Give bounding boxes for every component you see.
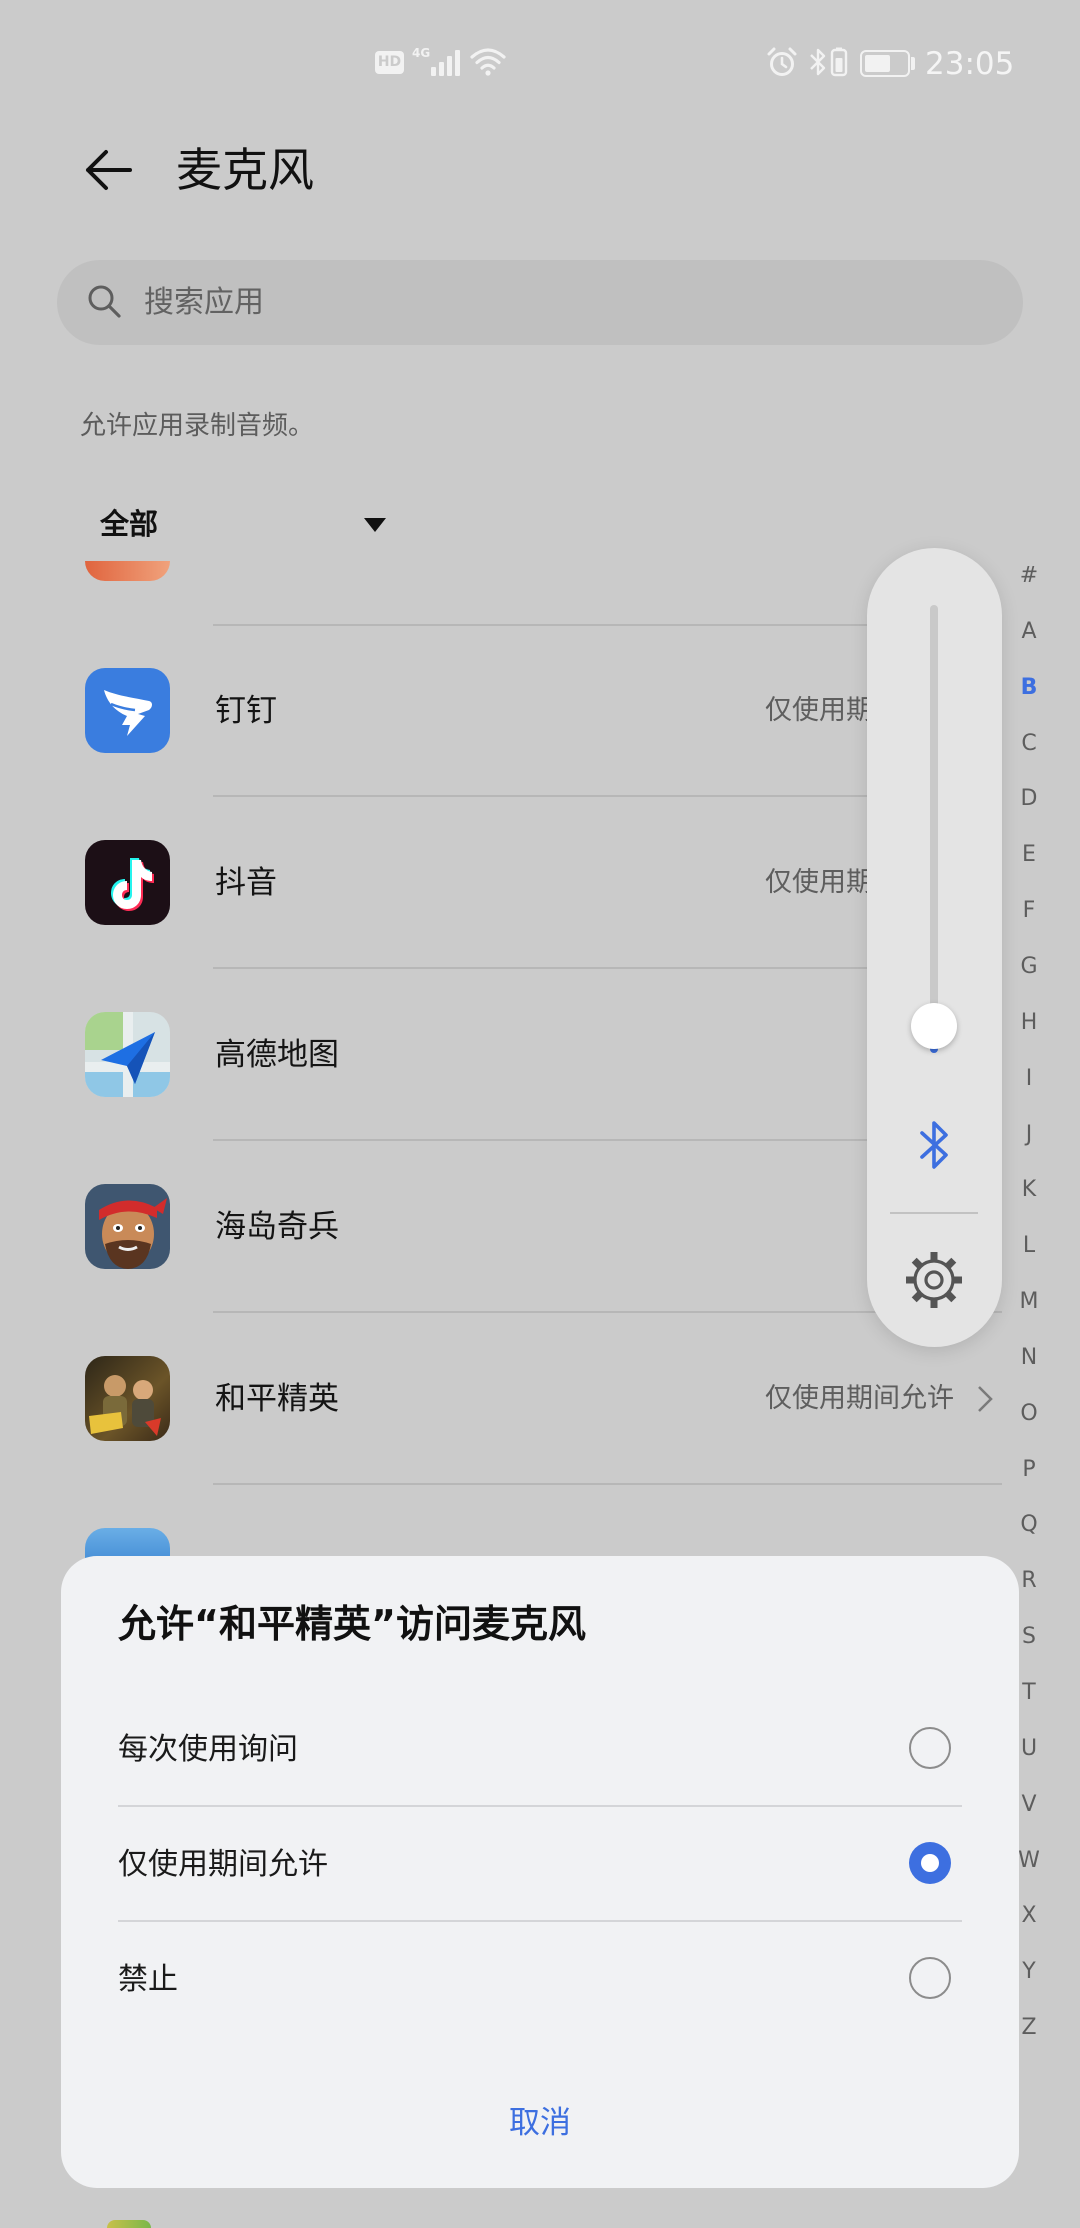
gear-icon[interactable]	[903, 1249, 965, 1311]
page-description: 允许应用录制音频。	[80, 411, 315, 441]
option-allow-while-using[interactable]: 仅使用期间允许	[61, 1808, 1019, 1923]
dingtalk-app-icon	[85, 668, 170, 753]
radio-button[interactable]	[909, 1727, 951, 1769]
peacekeeper-elite-app-icon	[85, 1356, 170, 1441]
hd-icon: HD	[375, 51, 404, 74]
divider	[118, 1805, 962, 1807]
volume-slider-thumb[interactable]	[911, 1003, 957, 1050]
index-letter-b[interactable]: B	[1009, 672, 1049, 704]
search-input[interactable]: 搜索应用	[144, 283, 264, 323]
app-name: 和平精英	[215, 1381, 339, 1417]
signal-bar	[439, 62, 444, 76]
partial-app-icon	[85, 1528, 170, 1558]
radio-button[interactable]	[909, 1842, 951, 1884]
index-letter-e[interactable]: E	[1009, 839, 1049, 871]
cancel-button[interactable]: 取消	[440, 2103, 640, 2143]
search-icon	[88, 285, 121, 318]
vibrate-icon	[830, 47, 848, 77]
battery-nub	[911, 57, 915, 70]
page-title: 麦克风	[176, 143, 314, 197]
douyin-app-icon	[85, 840, 170, 925]
index-letter-i[interactable]: I	[1009, 1063, 1049, 1095]
option-label: 每次使用询问	[118, 1732, 298, 1767]
signal-bar	[455, 50, 460, 76]
option-label: 禁止	[118, 1962, 178, 1997]
battery-icon	[860, 50, 910, 77]
boom-beach-app-icon	[85, 1184, 170, 1269]
index-letter-q[interactable]: Q	[1009, 1509, 1049, 1541]
index-letter-o[interactable]: O	[1009, 1398, 1049, 1430]
app-name: 钉钉	[215, 693, 277, 729]
index-letter-c[interactable]: C	[1009, 728, 1049, 760]
index-letter-d[interactable]: D	[1009, 783, 1049, 815]
option-ask-every-time[interactable]: 每次使用询问	[61, 1693, 1019, 1808]
network-type-label: 4G	[412, 46, 431, 60]
app-name: 海岛奇兵	[215, 1209, 339, 1245]
back-arrow-icon[interactable]	[82, 146, 134, 194]
index-letter-m[interactable]: M	[1009, 1286, 1049, 1318]
index-letter-h[interactable]: H	[1009, 1007, 1049, 1039]
index-letter-k[interactable]: K	[1009, 1174, 1049, 1206]
wifi-icon	[470, 48, 506, 76]
option-label: 仅使用期间允许	[118, 1847, 328, 1882]
index-letter-f[interactable]: F	[1009, 895, 1049, 927]
option-deny[interactable]: 禁止	[61, 1923, 1019, 2038]
radio-button[interactable]	[909, 1957, 951, 1999]
volume-panel[interactable]	[867, 548, 1002, 1347]
index-letter-hash[interactable]: #	[1009, 560, 1049, 592]
partial-app-icon	[85, 561, 170, 581]
bluetooth-status-icon	[810, 48, 826, 76]
volume-slider-track[interactable]	[930, 605, 938, 1053]
divider	[213, 1483, 1002, 1485]
clock-time: 23:05	[925, 46, 1015, 82]
permission-dialog: 允许“和平精英”访问麦克风 每次使用询问 仅使用期间允许 禁止 取消	[61, 1556, 1019, 2188]
app-permission-status: 仅使用期	[765, 695, 873, 726]
index-letter-l[interactable]: L	[1009, 1230, 1049, 1262]
alarm-icon	[767, 47, 797, 76]
chevron-right-icon	[978, 1386, 993, 1412]
battery-level-fill	[865, 55, 890, 72]
divider	[118, 1920, 962, 1922]
app-permission-status: 仅使用期间允许	[765, 1383, 954, 1414]
divider	[890, 1212, 978, 1214]
dialog-title: 允许“和平精英”访问麦克风	[118, 1602, 586, 1646]
index-letter-a[interactable]: A	[1009, 616, 1049, 648]
app-name: 抖音	[215, 865, 277, 901]
bluetooth-icon[interactable]	[914, 1115, 954, 1175]
partial-app-icon	[107, 2220, 151, 2228]
signal-bar	[447, 56, 452, 76]
app-name: 高德地图	[215, 1037, 339, 1073]
index-letter-g[interactable]: G	[1009, 951, 1049, 983]
index-letter-j[interactable]: J	[1009, 1119, 1049, 1151]
filter-dropdown[interactable]: 全部	[100, 505, 158, 543]
index-letter-n[interactable]: N	[1009, 1342, 1049, 1374]
app-permission-status: 仅使用期	[765, 867, 873, 898]
signal-bar	[431, 67, 436, 76]
index-letter-p[interactable]: P	[1009, 1454, 1049, 1486]
amap-app-icon	[85, 1012, 170, 1097]
search-bar[interactable]: 搜索应用	[57, 260, 1023, 345]
dropdown-triangle-icon[interactable]	[364, 518, 386, 532]
